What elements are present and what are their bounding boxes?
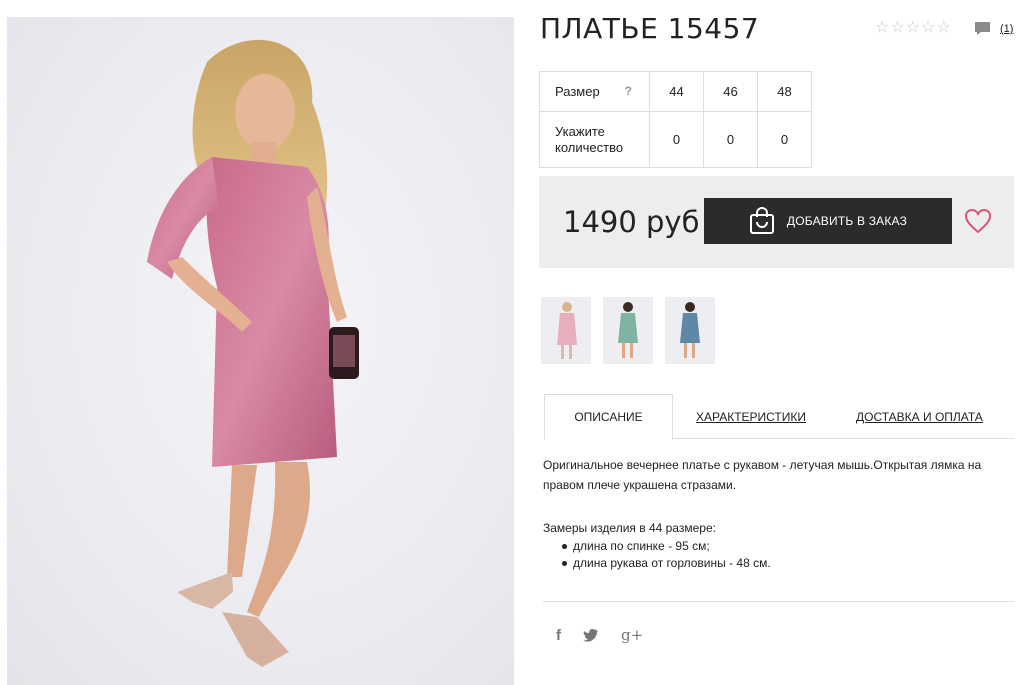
tab-delivery-payment[interactable]: ДОСТАВКА И ОПЛАТА — [856, 394, 983, 439]
size-help-icon[interactable]: ? — [625, 84, 632, 98]
price: 1490 руб — [563, 205, 700, 239]
product-main-image[interactable] — [7, 17, 514, 685]
comments-count-link[interactable]: (1) — [1000, 23, 1013, 35]
add-to-order-button[interactable]: ДОБАВИТЬ В ЗАКАЗ — [704, 198, 952, 244]
thumbnail-3[interactable] — [665, 297, 715, 364]
product-tabs: ОПИСАНИЕ ХАРАКТЕРИСТИКИ ДОСТАВКА И ОПЛАТ… — [544, 394, 1014, 440]
size-label: Размер — [555, 84, 600, 99]
description-panel: Оригинальное вечернее платье с рукавом -… — [543, 455, 1013, 572]
divider — [543, 601, 1014, 602]
quantity-label: Укажите количество — [555, 123, 624, 155]
size-46: 46 — [703, 71, 758, 112]
list-item: длина по спинке - 95 см; — [543, 538, 1013, 555]
heart-icon[interactable] — [964, 208, 992, 234]
google-plus-icon[interactable]: g+ — [621, 626, 643, 644]
star-icon[interactable]: ☆ — [921, 20, 935, 36]
thumbnail-1[interactable] — [541, 297, 591, 364]
size-44: 44 — [649, 71, 704, 112]
social-share: f g+ — [556, 626, 643, 644]
size-table: Размер ? 44 46 48 Укажите количество 0 0… — [539, 71, 812, 168]
shopping-bag-icon — [749, 207, 774, 234]
description-text: Оригинальное вечернее платье с рукавом -… — [543, 458, 982, 492]
product-title: ПЛАТЬЕ 15457 — [540, 12, 760, 45]
facebook-icon[interactable]: f — [556, 627, 561, 644]
star-icon[interactable]: ☆ — [875, 20, 889, 36]
thumbnail-strip — [541, 297, 715, 364]
star-icon[interactable]: ☆ — [890, 20, 904, 36]
quantity-label-cell: Укажите количество — [539, 111, 650, 168]
quantity-input-44[interactable]: 0 — [649, 111, 704, 168]
size-48: 48 — [757, 71, 812, 112]
rating-stars[interactable]: ☆ ☆ ☆ ☆ ☆ — [875, 20, 951, 36]
list-item: длина рукава от горловины - 48 см. — [543, 555, 1013, 572]
quantity-input-46[interactable]: 0 — [703, 111, 758, 168]
measurements-title: Замеры изделия в 44 размере: — [543, 521, 716, 535]
star-icon[interactable]: ☆ — [936, 20, 950, 36]
twitter-icon[interactable] — [583, 628, 599, 642]
tab-characteristics[interactable]: ХАРАКТЕРИСТИКИ — [696, 394, 806, 439]
price-box: 1490 руб ДОБАВИТЬ В ЗАКАЗ — [539, 176, 1014, 268]
add-to-order-label: ДОБАВИТЬ В ЗАКАЗ — [786, 214, 908, 228]
thumbnail-2[interactable] — [603, 297, 653, 364]
star-icon[interactable]: ☆ — [906, 20, 920, 36]
comment-icon[interactable] — [974, 21, 991, 36]
size-label-cell: Размер ? — [539, 71, 650, 112]
measurements-list: длина по спинке - 95 см; длина рукава от… — [543, 538, 1013, 572]
tab-description[interactable]: ОПИСАНИЕ — [544, 394, 673, 440]
quantity-input-48[interactable]: 0 — [757, 111, 812, 168]
